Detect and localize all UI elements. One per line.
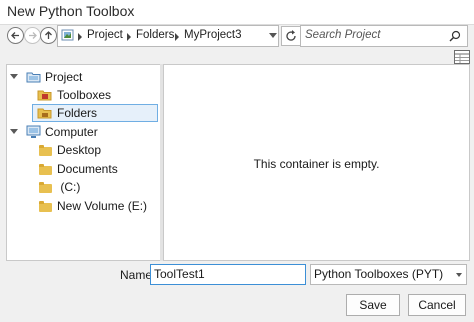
file-type-select[interactable]: Python Toolboxes (PYT) <box>310 264 467 285</box>
title-bar: New Python Toolbox <box>0 0 474 25</box>
window-title: New Python Toolbox <box>7 3 135 19</box>
tree-item-documents[interactable]: Documents <box>7 160 159 178</box>
up-arrow-icon <box>45 31 52 39</box>
folder-icon <box>39 182 52 193</box>
tree-label: Project <box>45 70 83 84</box>
expand-toggle-icon[interactable] <box>10 74 18 79</box>
tree-label: Folders <box>57 106 98 120</box>
refresh-icon <box>286 30 296 41</box>
catalog-tree[interactable]: Project Toolboxes Folders Computer Deskt… <box>6 64 162 261</box>
tree-label: (C:) <box>57 180 81 194</box>
back-button[interactable] <box>7 27 24 44</box>
file-type-value: Python Toolboxes (PYT) <box>314 267 444 281</box>
folders-icon <box>37 108 52 119</box>
search-box[interactable]: Search Project <box>300 25 468 47</box>
breadcrumb-project[interactable]: Project <box>87 29 123 41</box>
back-arrow-icon <box>11 32 19 39</box>
name-value[interactable]: ToolTest1 <box>154 267 205 281</box>
tree-item-project[interactable]: Project <box>7 68 159 86</box>
breadcrumb-myproject3[interactable]: MyProject3 <box>184 29 242 41</box>
expand-toggle-icon[interactable] <box>10 129 18 134</box>
folder-icon <box>39 145 52 156</box>
tree-label: Toolboxes <box>57 88 112 102</box>
tree-item-computer[interactable]: Computer <box>7 123 159 141</box>
grid-view-icon <box>455 53 469 63</box>
search-input[interactable]: Search Project <box>305 29 380 41</box>
breadcrumb-folders[interactable]: Folders <box>136 29 174 41</box>
empty-message: This container is empty. <box>253 157 380 171</box>
breadcrumb-arrow-icon <box>127 33 131 41</box>
tree-label: Desktop <box>57 143 102 157</box>
tree-item-toolboxes[interactable]: Toolboxes <box>7 86 159 104</box>
path-dropdown-icon[interactable] <box>269 33 277 39</box>
name-label: Name <box>120 268 153 282</box>
cancel-button[interactable]: Cancel <box>408 294 466 316</box>
tree-item-folders[interactable]: Folders <box>32 104 158 122</box>
save-button[interactable]: Save <box>346 294 400 316</box>
chevron-down-icon <box>456 273 462 277</box>
computer-icon <box>26 125 41 138</box>
forward-button[interactable] <box>24 27 41 44</box>
search-icon[interactable] <box>449 30 461 42</box>
folder-icon <box>39 164 52 175</box>
refresh-button[interactable] <box>281 26 301 46</box>
breadcrumb-arrow-icon <box>175 33 179 41</box>
tree-item-c-drive[interactable]: (C:) <box>7 178 159 196</box>
tree-label: New Volume (E:) <box>57 199 148 213</box>
path-breadcrumb[interactable]: Project Folders MyProject3 <box>57 25 279 47</box>
toolboxes-folder-icon <box>37 90 52 101</box>
project-folder-icon <box>26 72 41 83</box>
name-input[interactable]: ToolTest1 <box>150 264 306 285</box>
tree-item-new-volume-e[interactable]: New Volume (E:) <box>7 197 159 215</box>
forward-arrow-icon <box>29 32 37 39</box>
location-icon <box>61 29 74 41</box>
tree-item-desktop[interactable]: Desktop <box>7 141 159 159</box>
view-options-icon[interactable] <box>454 50 470 64</box>
up-button[interactable] <box>40 27 57 44</box>
tree-label: Computer <box>45 125 98 139</box>
contents-pane[interactable]: This container is empty. <box>163 64 470 261</box>
breadcrumb-arrow-icon <box>78 33 82 41</box>
tree-label: Documents <box>57 162 118 176</box>
folder-icon <box>39 201 52 212</box>
